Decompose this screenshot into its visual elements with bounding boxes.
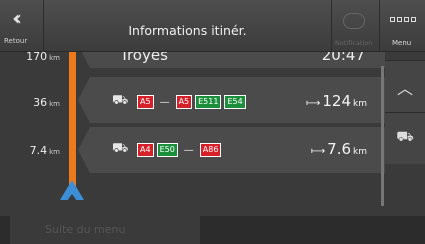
scrollbar[interactable]	[381, 66, 384, 206]
row-length: ⟼ 124 km	[306, 92, 367, 110]
motorway-icon: ⛟	[112, 93, 129, 108]
scroll-up-button[interactable]: ︿	[385, 60, 425, 112]
road-badges: A4 E50 — A86	[137, 143, 222, 157]
road-badges: A5 — A5 E511 E54	[137, 95, 246, 109]
current-position-icon	[60, 180, 84, 201]
road-separator: —	[159, 96, 170, 108]
row-distance: 170 km	[26, 52, 60, 63]
back-button[interactable]: ‹‹ Retour	[0, 0, 44, 52]
road-badge: E50	[156, 143, 178, 157]
road-badge: E54	[224, 95, 246, 109]
back-label: Retour	[4, 37, 28, 45]
speech-bubble-icon	[343, 13, 365, 29]
more-menu-button[interactable]: Suite du menu	[10, 216, 200, 244]
road-badge: A4	[137, 143, 154, 157]
row-destination: Troyes	[120, 52, 168, 64]
road-separator: —	[183, 144, 194, 156]
menu-label: Menu	[392, 39, 412, 47]
row-length: ⟼ 7.6 km	[310, 140, 367, 158]
page-title: Informations itinér.	[128, 23, 247, 38]
road-badge: A5	[175, 95, 193, 109]
route-event-list[interactable]: 170 km Troyes 20:47 36 km ⛟ A5 — A5 E511 E…	[0, 52, 385, 216]
filter-motorway-button[interactable]: ⛟	[385, 112, 425, 164]
route-progress-track	[69, 52, 76, 192]
motorway-icon: ⛟	[396, 129, 414, 145]
header-bar: ‹‹ Retour Informations itinér. Notificat…	[0, 0, 425, 52]
double-chevron-left-icon: ‹‹	[12, 6, 22, 30]
menu-grid-icon	[390, 17, 416, 22]
road-badge: A86	[199, 143, 222, 157]
chevron-up-icon: ︿	[396, 79, 413, 98]
row-distance: 7.4 km	[29, 144, 60, 157]
row-distance: 36 km	[33, 96, 60, 109]
motorway-icon: ⛟	[112, 141, 129, 156]
road-badge: A5	[137, 95, 154, 109]
length-icon: ⟼	[310, 146, 326, 157]
menu-button[interactable]: Menu	[379, 0, 425, 52]
notification-label: Notification	[335, 39, 373, 47]
bottom-bar: Suite du menu	[0, 216, 425, 244]
road-badge: E511	[195, 95, 222, 109]
length-icon: ⟼	[306, 98, 321, 109]
notification-button[interactable]: Notification	[331, 0, 379, 52]
more-menu-label: Suite du menu	[45, 223, 126, 236]
row-time: 20:47	[321, 52, 365, 64]
